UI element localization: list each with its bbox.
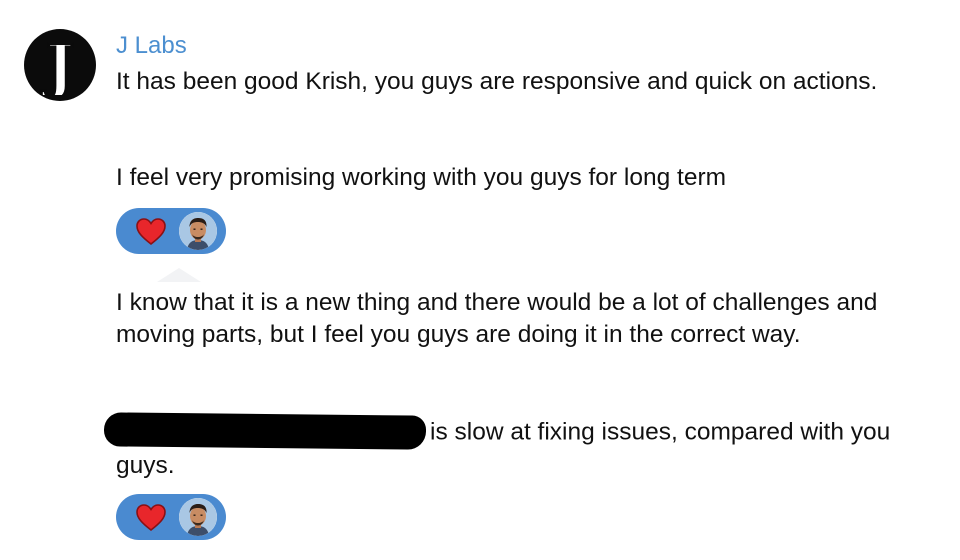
message-paragraph: It has been good Krish, you guys are res… <box>116 68 878 95</box>
heart-icon <box>136 218 166 245</box>
message-paragraph: I feel very promising working with you g… <box>116 164 727 191</box>
reactor-avatar <box>179 498 217 536</box>
sender-avatar[interactable]: J J <box>24 29 96 101</box>
heart-reaction-pill[interactable] <box>116 208 226 254</box>
reactor-avatar <box>179 212 217 250</box>
bubble-tail <box>157 268 201 282</box>
message-paragraph-redacted: is slow at fixing issues, compared with … <box>103 412 936 482</box>
heart-reaction-pill[interactable] <box>116 494 226 540</box>
sender-name[interactable]: J Labs <box>116 31 187 61</box>
redaction-mark <box>103 412 427 450</box>
message-paragraph: I know that it is a new thing and there … <box>116 289 878 348</box>
j-labs-logo-icon: J J <box>39 35 75 95</box>
heart-icon <box>136 504 166 531</box>
svg-text:J: J <box>41 35 74 95</box>
